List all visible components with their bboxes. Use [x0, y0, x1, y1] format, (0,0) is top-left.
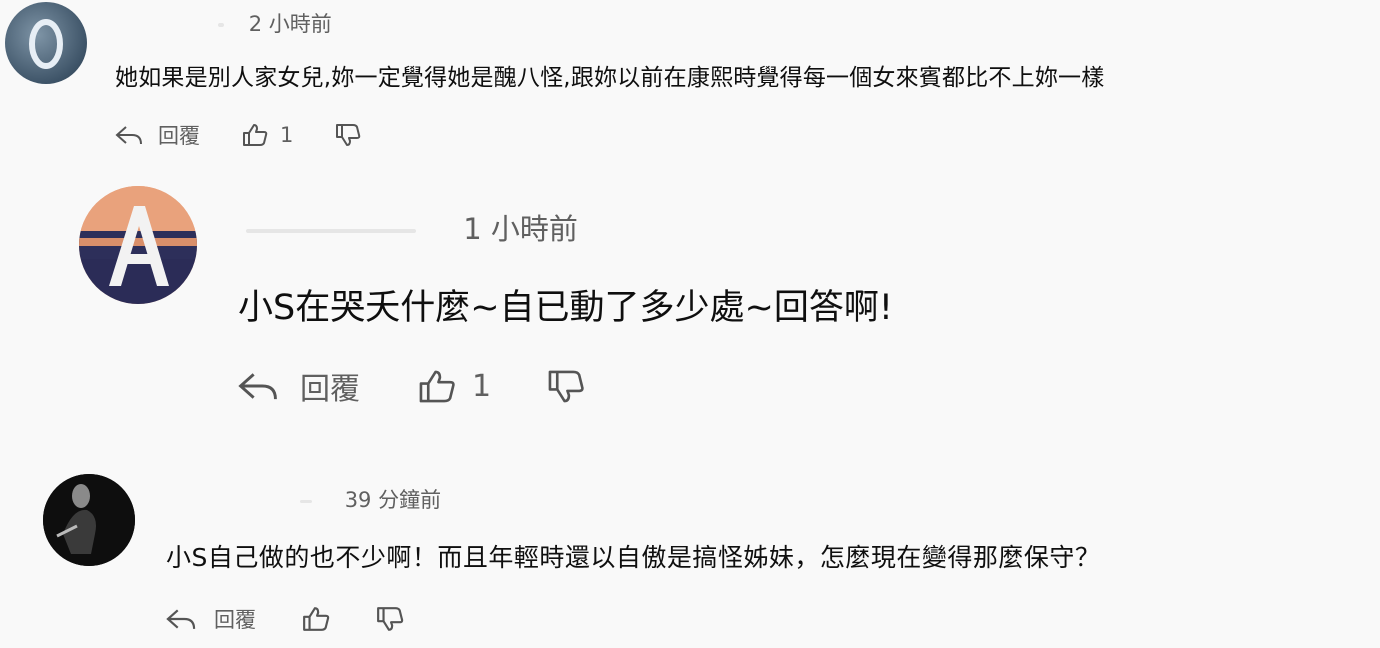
reply-button[interactable]: 回覆	[164, 604, 256, 634]
username[interactable]	[246, 229, 416, 233]
comment-meta: 2 小時前	[218, 8, 332, 38]
username[interactable]	[300, 499, 312, 503]
reply-arrow-icon	[166, 609, 196, 629]
thumbs-up-icon	[243, 124, 268, 146]
reply-label: 回覆	[214, 608, 256, 632]
thumbs-up-icon	[303, 607, 330, 631]
thumbs-down-icon	[336, 124, 361, 146]
reply-button[interactable]: 回覆	[114, 120, 200, 150]
comment-text: 小S自己做的也不少啊！而且年輕時還以自傲是搞怪姊妹，怎麼現在變得那麼保守？	[166, 543, 1101, 572]
comment-actions: 回覆 1	[236, 364, 585, 408]
avatar[interactable]	[79, 186, 197, 304]
thumbs-down-icon	[377, 607, 404, 631]
avatar-photo-icon	[43, 474, 135, 566]
comment-actions: 回覆	[164, 604, 404, 634]
comment-meta: 39 分鐘前	[300, 484, 441, 514]
reply-label: 回覆	[158, 124, 200, 148]
comment-time[interactable]: 2 小時前	[249, 12, 332, 36]
avatar-a-icon	[79, 186, 197, 304]
reply-arrow-icon	[115, 126, 142, 145]
username[interactable]	[218, 23, 224, 27]
avatar[interactable]	[43, 474, 135, 566]
comment-time[interactable]: 39 分鐘前	[345, 488, 441, 512]
comment-time[interactable]: 1 小時前	[463, 212, 578, 246]
like-count: 1	[472, 368, 492, 404]
thumbs-down-icon	[548, 370, 584, 402]
comment-actions: 回覆 1	[114, 120, 361, 150]
like-count: 1	[280, 123, 294, 147]
reply-label: 回覆	[300, 372, 360, 407]
comment-text: 她如果是別人家女兒,妳一定覺得她是醜八怪,跟妳以前在康熙時覺得每一個女來賓都比不…	[115, 65, 1105, 91]
reply-arrow-icon	[238, 373, 277, 400]
avatar-o-icon	[29, 19, 63, 69]
reply-button[interactable]: 回覆	[236, 364, 360, 408]
dislike-button[interactable]	[335, 123, 361, 147]
comment-meta: 1 小時前	[246, 206, 578, 248]
dislike-button[interactable]	[547, 369, 585, 404]
like-button[interactable]: 1	[418, 369, 491, 404]
thumbs-up-icon	[419, 370, 455, 402]
dislike-button[interactable]	[376, 606, 404, 632]
avatar[interactable]	[5, 2, 87, 84]
comment-text: 小S在哭夭什麼~自已動了多少處~回答啊!	[238, 288, 893, 328]
like-button[interactable]	[302, 606, 330, 632]
like-button[interactable]: 1	[242, 123, 293, 147]
